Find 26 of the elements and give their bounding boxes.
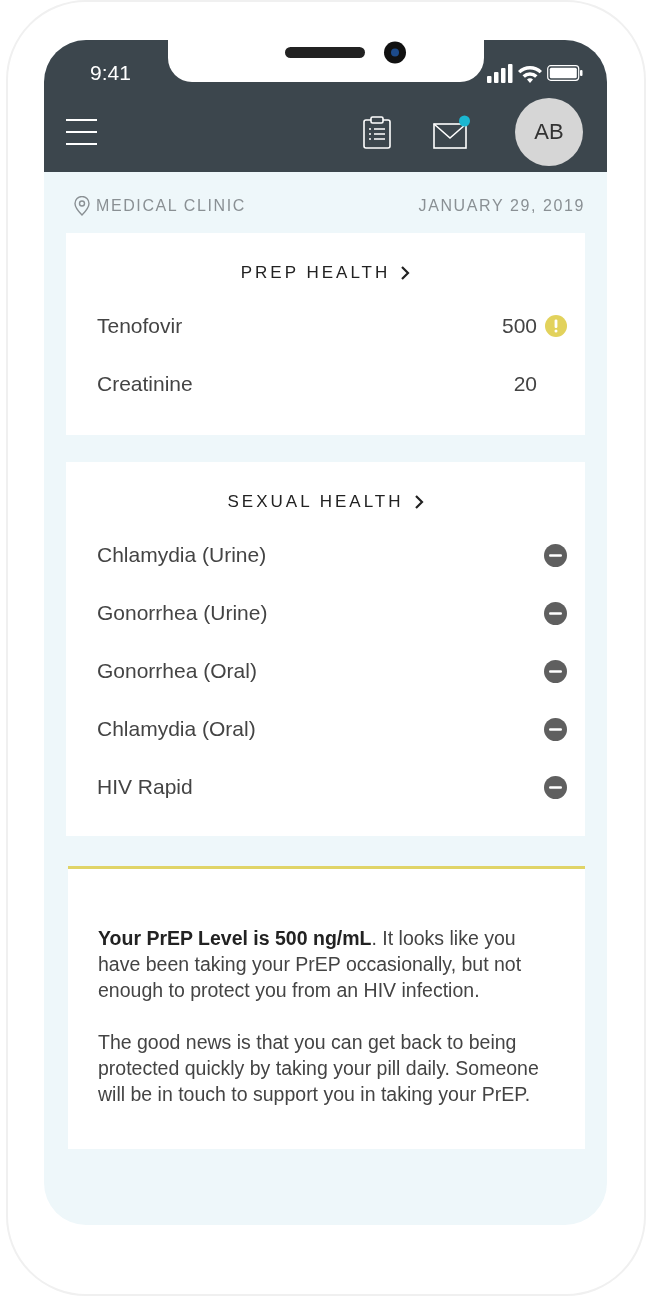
clinic-name: MEDICAL CLINIC bbox=[96, 197, 246, 215]
location-pin-icon bbox=[74, 196, 90, 216]
test-name: Creatinine bbox=[97, 372, 193, 396]
signal-icon bbox=[487, 63, 513, 83]
test-value: 500 bbox=[501, 314, 537, 338]
clipboard-icon[interactable] bbox=[363, 115, 391, 149]
test-name: Chlamydia (Oral) bbox=[97, 717, 256, 741]
avatar-button[interactable]: AB bbox=[515, 98, 583, 166]
message-text: Your PrEP Level is 500 ng/mL. It looks like you have been taking your PrEP occasionally, but not enough to protect you from an HIV infection. bbox=[98, 926, 523, 1003]
test-value: 20 bbox=[513, 372, 537, 396]
message-text: The good news is that you can get back to being protected quickly by taking your pill daily. Someone will be in touch to support you in taking your PrEP. bbox=[98, 1030, 540, 1107]
test-name: Gonorrhea (Oral) bbox=[97, 659, 257, 683]
chevron-right-icon[interactable] bbox=[413, 494, 424, 510]
test-name: Gonorrhea (Urine) bbox=[97, 601, 268, 625]
battery-icon bbox=[547, 65, 583, 81]
visit-date: JANUARY 29, 2019 bbox=[418, 197, 585, 215]
section-title[interactable]: SEXUAL HEALTH bbox=[227, 492, 404, 512]
mail-icon[interactable] bbox=[433, 115, 471, 149]
section-title[interactable]: PREP HEALTH bbox=[240, 263, 391, 283]
status-time: 9:41 bbox=[90, 61, 131, 85]
test-name: HIV Rapid bbox=[97, 775, 193, 799]
test-name: Tenofovir bbox=[97, 314, 183, 338]
test-name: Chlamydia (Urine) bbox=[97, 543, 267, 567]
chevron-right-icon[interactable] bbox=[400, 265, 411, 281]
menu-icon[interactable] bbox=[66, 119, 97, 145]
wifi-icon bbox=[517, 63, 543, 83]
